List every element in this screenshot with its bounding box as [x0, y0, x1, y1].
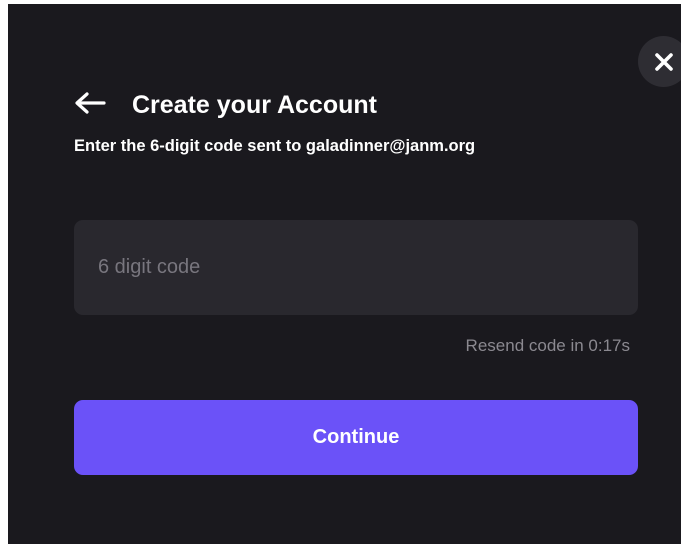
- back-button[interactable]: [74, 88, 108, 122]
- close-button[interactable]: [638, 36, 681, 87]
- instruction-text: Enter the 6-digit code sent to galadinne…: [74, 137, 476, 155]
- create-account-modal: Create your Account Enter the 6-digit co…: [8, 4, 681, 544]
- page-title: Create your Account: [132, 90, 377, 119]
- continue-button[interactable]: Continue: [74, 400, 638, 475]
- code-input[interactable]: [74, 220, 638, 315]
- close-icon: [654, 52, 674, 72]
- arrow-left-icon: [74, 91, 106, 119]
- modal-header: Create your Account: [74, 88, 377, 122]
- page: Create your Account Enter the 6-digit co…: [0, 0, 681, 546]
- resend-code-timer: Resend code in 0:17s: [465, 336, 630, 355]
